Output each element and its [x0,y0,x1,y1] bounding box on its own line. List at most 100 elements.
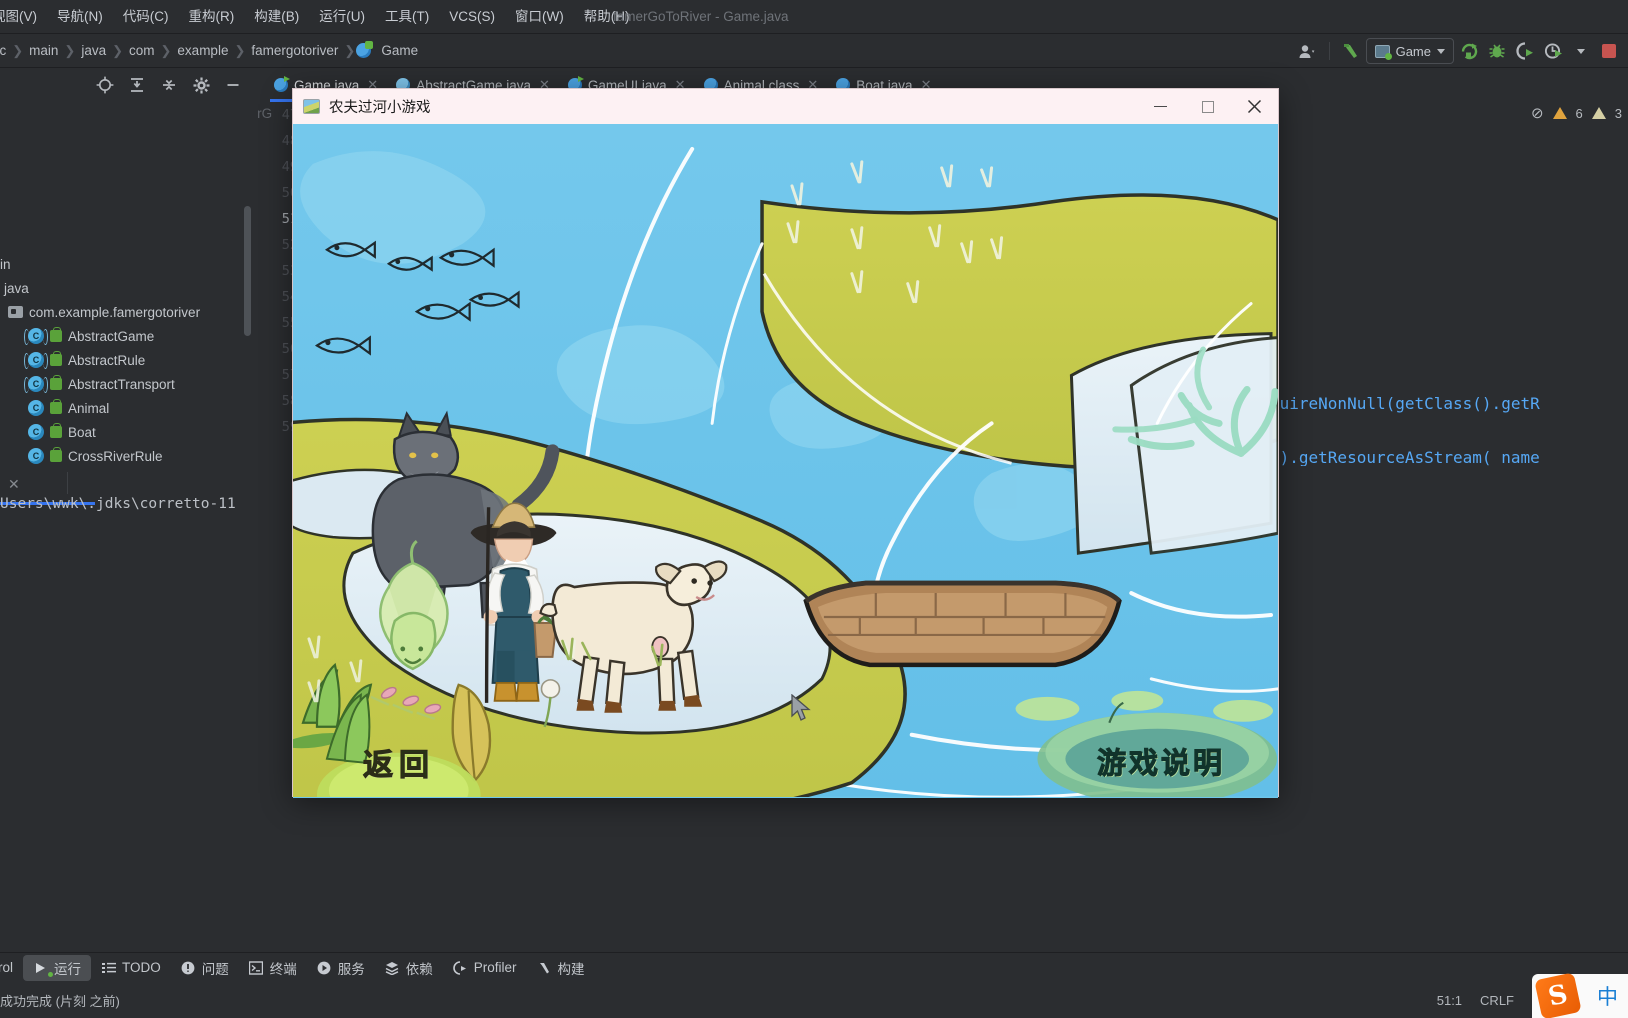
tree-node-label: java [4,280,29,296]
run-configuration-selector[interactable]: Game [1365,38,1454,64]
game-window[interactable]: 农夫过河小游戏 返回 游戏说明 [292,88,1279,798]
package-icon [8,306,23,318]
run-options-chevron-icon[interactable] [1568,38,1594,64]
run-config-icon [1374,44,1392,60]
bottom-tool-build[interactable]: 构建 [527,955,595,981]
run-with-coverage-icon[interactable] [1512,38,1538,64]
breadcrumb-class[interactable]: Game [376,43,423,58]
bottom-tool-run[interactable]: 运行 [23,954,92,981]
class-icon: C [28,448,44,464]
eye-off-icon[interactable]: ⊘ [1531,104,1544,122]
tree-node-package[interactable]: com.example.famergotoriver [0,300,258,324]
tree-node-abstractgame[interactable]: C AbstractGame [0,324,258,348]
bottom-tool-problems[interactable]: 问题 [171,955,239,981]
breadcrumb-separator-icon: ❯ [12,42,24,58]
tree-scrollbar[interactable] [244,206,251,336]
debug-bug-icon[interactable] [1484,38,1510,64]
problems-icon [181,960,196,975]
menu-build[interactable]: 构建(B) [244,0,309,34]
caret-position[interactable]: 51:1 [1437,993,1462,1008]
bottom-tool-profiler[interactable]: Profiler [443,955,527,981]
breadcrumb-package[interactable]: famergotoriver [246,43,343,58]
minimize-button[interactable] [1137,89,1184,124]
navigation-bar: rc ❯ main ❯ java ❯ com ❯ example ❯ famer… [0,34,1628,68]
rerun-icon[interactable] [1456,38,1482,64]
project-panel-toolbar [92,68,246,102]
menu-view[interactable]: 视图(V) [0,0,47,34]
menu-code[interactable]: 代码(C) [113,0,179,34]
run-config-label: Game [1395,43,1431,59]
gear-icon[interactable] [188,72,214,98]
tree-node-label: AbstractGame [68,328,155,344]
breadcrumb-separator-icon: ❯ [344,42,356,58]
bottom-tool-label: rol [0,960,14,975]
bottom-tool-dependencies[interactable]: 依赖 [375,955,443,981]
menu-vcs[interactable]: VCS(S) [439,0,505,34]
back-button[interactable]: 返回 [335,734,463,790]
expand-all-icon[interactable] [124,72,150,98]
menu-navigate[interactable]: 导航(N) [47,0,113,34]
menu-tools[interactable]: 工具(T) [375,0,439,34]
close-button[interactable] [1231,89,1278,124]
java-class-run-icon [274,76,290,92]
back-button-label: 返回 [363,748,435,784]
stop-button[interactable] [1596,38,1622,64]
lock-icon [50,423,62,438]
game-canvas[interactable]: 返回 游戏说明 [293,124,1278,798]
dependencies-icon [385,960,400,975]
tree-node-crossriverrule[interactable]: C CrossRiverRule [0,444,258,466]
bottom-tool-terminal[interactable]: 终端 [239,955,307,981]
lock-icon [50,327,62,342]
abstract-class-icon: C [24,328,48,345]
hide-panel-icon[interactable] [220,72,246,98]
window-controls [1137,89,1278,124]
status-bar: 中成功完成 (片刻 之前) 51:1 CRLF S 中 [0,972,1628,1018]
tree-node-java[interactable]: java [0,276,258,300]
sogou-ime-icon[interactable]: S [1534,972,1582,1018]
game-window-titlebar[interactable]: 农夫过河小游戏 [293,89,1278,124]
bottom-tool-label: 构建 [557,961,585,977]
toolbar-right: Game [1295,34,1622,68]
menu-run[interactable]: 运行(U) [309,0,375,34]
collapse-all-icon[interactable] [156,72,182,98]
user-account-icon[interactable] [1295,38,1321,64]
game-scene-artwork [293,124,1278,797]
inspections-widget[interactable]: ⊘ 6 3 [1531,104,1622,122]
game-instructions-button[interactable]: 游戏说明 [1066,730,1256,792]
breadcrumb-separator-icon: ❯ [112,42,123,58]
editor-code-area[interactable]: quireNonNull(getClass().getR ().getResou… [1270,102,1628,466]
profiler-icon [453,960,468,975]
tree-node-animal[interactable]: C Animal [0,396,258,420]
tree-node-abstractrule[interactable]: C AbstractRule [0,348,258,372]
class-icon: C [28,400,44,416]
breadcrumb-com[interactable]: com [124,43,160,58]
tree-node-label: CrossRiverRule [68,448,163,464]
menu-window[interactable]: 窗口(W) [505,0,574,34]
maximize-button[interactable] [1184,89,1231,124]
ime-indicator[interactable]: S 中 [1532,972,1628,1018]
bottom-tool-label: TODO [122,960,161,975]
run-icon [33,960,54,977]
bottom-tool-todo[interactable]: TODO [91,955,171,981]
tree-node-abstracttransport[interactable]: C AbstractTransport [0,372,258,396]
bottom-tool-label: Profiler [473,960,517,975]
breadcrumb-src[interactable]: rc [0,43,11,58]
profile-icon[interactable] [1540,38,1566,64]
breadcrumb-example[interactable]: example [172,43,233,58]
tree-node-main[interactable]: in [0,252,258,276]
locate-target-icon[interactable] [92,72,118,98]
close-icon[interactable]: ✕ [8,476,20,493]
bottom-tool-services[interactable]: 服务 [307,955,375,981]
line-separator[interactable]: CRLF [1480,993,1514,1008]
services-icon [317,960,332,975]
code-line: quireNonNull(getClass().getR [1270,394,1540,413]
menu-refactor[interactable]: 重构(R) [179,0,245,34]
build-hammer-icon[interactable] [1338,38,1364,64]
bottom-tool-label: 服务 [337,961,365,977]
weak-warning-icon [1591,107,1606,119]
bottom-tool-version-control[interactable]: rol [0,955,23,981]
breadcrumb-main[interactable]: main [24,43,63,58]
breadcrumb-java[interactable]: java [76,43,111,58]
tree-node-boat[interactable]: C Boat [0,420,258,444]
ime-mode-label[interactable]: 中 [1597,981,1618,1011]
